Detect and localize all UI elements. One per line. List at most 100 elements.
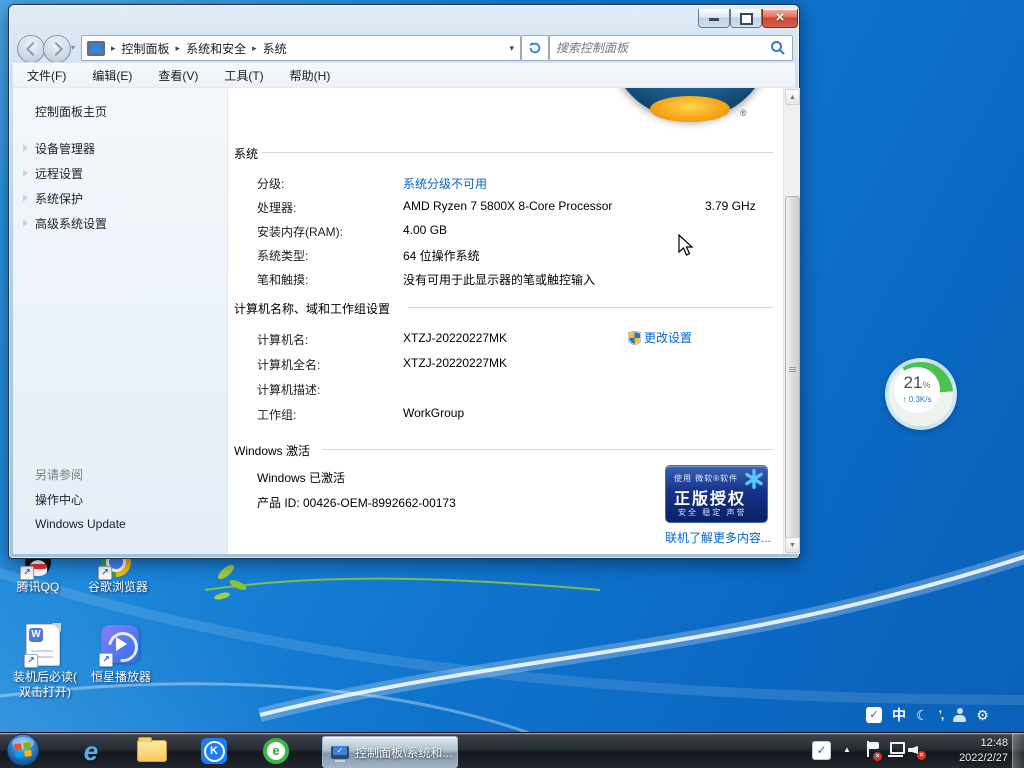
- uac-shield-icon: [628, 331, 641, 345]
- shortcut-arrow-icon: [20, 566, 34, 580]
- recent-pages-dropdown[interactable]: [71, 43, 75, 52]
- active-task-button[interactable]: 控制面板\系统和...: [322, 736, 458, 768]
- see-also-header: 另请参阅: [35, 466, 83, 483]
- start-button[interactable]: [4, 731, 42, 768]
- desktop-icon-label[interactable]: 装机后必读( 双击打开): [0, 670, 90, 700]
- taskbar-item-ie[interactable]: [76, 737, 106, 765]
- shortcut-arrow-icon: [24, 654, 38, 668]
- menu-help[interactable]: 帮助(H): [290, 67, 331, 84]
- clock[interactable]: 12:48 2022/2/27: [932, 736, 1008, 766]
- desktop-icon-readme[interactable]: [26, 624, 60, 668]
- learn-more-link[interactable]: 联机了解更多内容...: [665, 529, 771, 546]
- maximize-glyph: [740, 13, 753, 25]
- search-icon[interactable]: [770, 40, 786, 56]
- label-line2: 双击打开): [0, 685, 90, 700]
- sidebar-item-windows-update[interactable]: Windows Update: [35, 517, 126, 531]
- gauge-percent: 21%: [894, 373, 940, 395]
- search-box[interactable]: [549, 35, 793, 61]
- windows-start-icon: [4, 731, 42, 768]
- full-name-label: 计算机全名:: [257, 356, 320, 373]
- section-title-system: 系统: [234, 145, 258, 162]
- gauge-face: 21% 0.3K/s: [894, 367, 940, 413]
- breadcrumb-item-system[interactable]: 系统: [259, 40, 291, 57]
- ime-language-mode[interactable]: 中: [892, 705, 906, 725]
- tray-security-icon[interactable]: [812, 741, 831, 760]
- address-dropdown-icon[interactable]: [509, 43, 520, 54]
- sidebar-item-home[interactable]: 控制面板主页: [35, 103, 107, 120]
- breadcrumb[interactable]: 控制面板 系统和安全 系统: [81, 35, 521, 61]
- ram-value: 4.00 GB: [403, 223, 447, 237]
- network-icon[interactable]: [888, 742, 903, 757]
- taskbar-item-k-app[interactable]: [199, 737, 229, 765]
- minimize-button[interactable]: [698, 9, 730, 28]
- shortcut-arrow-icon: [98, 566, 112, 580]
- ime-settings-icon[interactable]: [976, 707, 989, 724]
- trademark-symbol: ®: [740, 108, 747, 118]
- forward-button[interactable]: [43, 35, 71, 63]
- vertical-scrollbar[interactable]: [783, 88, 800, 554]
- fullwidth-moon-icon[interactable]: [916, 707, 929, 724]
- breadcrumb-separator-icon: [174, 43, 183, 54]
- sidebar-item-remote-settings[interactable]: 远程设置: [35, 165, 83, 182]
- pen-touch-label: 笔和触摸:: [257, 271, 308, 288]
- menu-tools[interactable]: 工具(T): [224, 67, 263, 84]
- sidebar: 控制面板主页 设备管理器 远程设置 系统保护 高级系统设置 另请参阅 操作中心 …: [13, 88, 228, 554]
- desktop-icon-label[interactable]: 恒星播放器: [78, 670, 164, 685]
- sidebar-item-advanced-settings[interactable]: 高级系统设置: [35, 215, 107, 232]
- back-button[interactable]: [17, 35, 45, 63]
- maximize-button[interactable]: [730, 9, 762, 28]
- active-task-label: 控制面板\系统和...: [355, 744, 452, 761]
- breadcrumb-item-system-security[interactable]: 系统和安全: [182, 40, 250, 57]
- sidebar-item-system-protection[interactable]: 系统保护: [35, 190, 83, 207]
- close-button[interactable]: [762, 9, 798, 28]
- scrollbar-thumb[interactable]: [785, 196, 800, 546]
- system-type-value: 64 位操作系统: [403, 247, 480, 264]
- punctuation-icon[interactable]: [939, 708, 944, 722]
- scroll-down-button[interactable]: [785, 537, 800, 553]
- windows-orb-logo: [608, 88, 772, 120]
- flag-cloth-shape: [869, 742, 879, 749]
- show-hidden-icons-button[interactable]: [843, 745, 851, 754]
- desktop-icon-label[interactable]: 腾讯QQ: [2, 580, 74, 595]
- label-line1: 装机后必读(: [0, 670, 90, 685]
- task-bullet-icon: [23, 219, 28, 227]
- show-desktop-button[interactable]: [1012, 733, 1024, 768]
- desktop-icon-label[interactable]: 谷歌浏览器: [80, 580, 156, 595]
- action-center-flag-icon[interactable]: [866, 741, 880, 759]
- desktop-icon-player[interactable]: [101, 625, 141, 667]
- sidebar-item-action-center[interactable]: 操作中心: [35, 491, 83, 508]
- genuine-software-badge[interactable]: 使用 微软®软件 正版授权 安全 稳定 声誉: [665, 465, 768, 523]
- change-settings-link[interactable]: 更改设置: [628, 329, 692, 346]
- menu-view[interactable]: 查看(V): [158, 67, 198, 84]
- task-bullet-icon: [23, 194, 28, 202]
- orb-flare-shape: [650, 96, 730, 122]
- rating-label: 分级:: [257, 175, 284, 192]
- section-title-computer: 计算机名称、域和工作组设置: [234, 300, 390, 317]
- rating-link[interactable]: 系统分级不可用: [403, 175, 487, 192]
- taskbar-item-browser-360[interactable]: [261, 737, 291, 765]
- menu-edit[interactable]: 编辑(E): [92, 67, 132, 84]
- refresh-button[interactable]: [521, 35, 549, 61]
- taskbar-item-explorer[interactable]: [137, 737, 167, 765]
- volume-muted-icon[interactable]: [908, 742, 924, 758]
- back-arrow-icon: [26, 42, 40, 56]
- workgroup-value: WorkGroup: [403, 406, 464, 420]
- search-input[interactable]: [550, 41, 770, 55]
- speed-gauge-widget[interactable]: 21% 0.3K/s: [885, 358, 957, 430]
- user-icon[interactable]: [953, 708, 966, 722]
- green-browser-icon: [263, 738, 289, 764]
- pen-touch-value: 没有可用于此显示器的笔或触控输入: [403, 271, 595, 288]
- ram-label: 安装内存(RAM):: [257, 223, 343, 240]
- cpu-speed: 3.79 GHz: [705, 199, 756, 213]
- scroll-up-button[interactable]: [785, 89, 800, 105]
- menu-file[interactable]: 文件(F): [27, 67, 66, 84]
- ime-status-icon[interactable]: [866, 707, 882, 723]
- breadcrumb-item-control-panel[interactable]: 控制面板: [118, 40, 174, 57]
- ime-toolbar: 中: [866, 702, 1018, 728]
- network-base-shape: [888, 755, 903, 757]
- sidebar-item-device-manager[interactable]: 设备管理器: [35, 140, 95, 157]
- change-settings-label[interactable]: 更改设置: [644, 329, 692, 346]
- genuine-star-icon: [744, 469, 764, 489]
- product-id: 产品 ID: 00426-OEM-8992662-00173: [257, 494, 456, 511]
- desktop: 腾讯QQ 谷歌浏览器 装机后必读( 双击打开) 恒星播放器: [0, 0, 1024, 768]
